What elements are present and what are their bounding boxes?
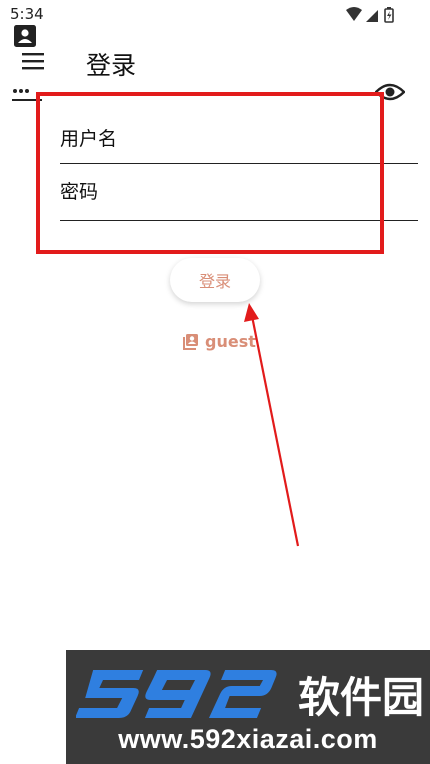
watermark: 软件园 www.592xiazai.com — [66, 650, 430, 764]
wifi-icon — [346, 7, 362, 21]
password-field[interactable]: 密码 — [60, 169, 418, 221]
password-placeholder: 密码 — [60, 181, 99, 203]
status-time: 5:34 — [10, 5, 44, 23]
username-field[interactable]: 用户名 — [60, 112, 418, 164]
battery-icon — [384, 7, 394, 23]
guest-link[interactable]: guest — [182, 330, 256, 352]
login-button[interactable]: 登录 — [170, 258, 260, 302]
watermark-url: www.592xiazai.com — [118, 724, 378, 754]
eye-icon[interactable] — [375, 81, 405, 103]
watermark-logo: 软件园 — [76, 670, 424, 722]
status-icons — [346, 7, 394, 23]
contacts-icon — [183, 333, 198, 350]
login-form: 用户名 密码 — [0, 100, 430, 240]
guest-label: guest — [205, 331, 256, 351]
status-bar: 5:34 — [0, 0, 430, 30]
page-title: 登录 — [86, 51, 137, 80]
watermark-brand-text: 软件园 — [298, 673, 424, 722]
menu-icon[interactable] — [22, 52, 44, 70]
app-bar: 登录 — [0, 36, 430, 88]
login-screen: 5:34 登录 用户名 密码 登录 guest 软件园 www.592xiaza… — [0, 0, 430, 764]
signal-icon — [366, 10, 378, 22]
username-placeholder: 用户名 — [60, 128, 118, 150]
account-box-icon — [14, 25, 36, 47]
